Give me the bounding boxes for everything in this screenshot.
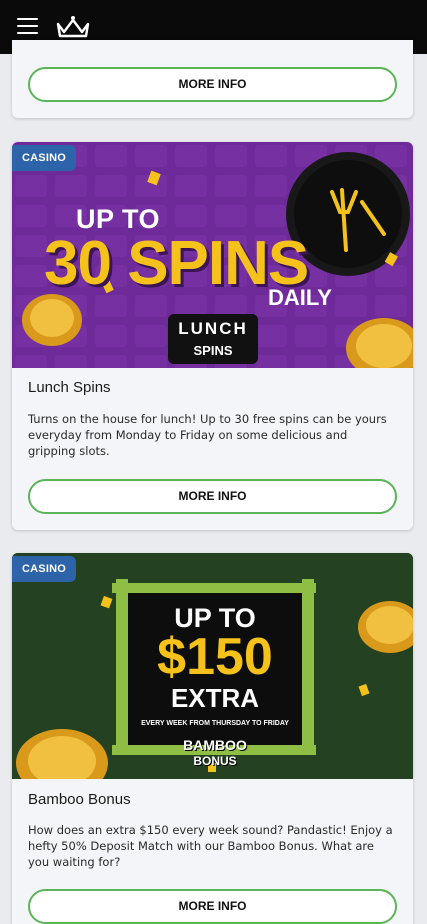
badge-top-text: BAMBOO — [183, 737, 247, 753]
lunch-spins-badge: LUNCH SPINS — [168, 314, 258, 364]
lunch-spins-banner[interactable]: CASINO UP TO 30 SPINS DAILY LUNCH SPINS — [12, 142, 413, 368]
bamboo-bonus-banner[interactable]: CASINO UP TO $150 EXTRA EVERY WEEK FROM … — [12, 553, 413, 779]
badge-bottom-text: SPINS — [193, 343, 233, 358]
hamburger-menu-icon[interactable] — [17, 17, 38, 35]
card-description: Turns on the house for lunch! Up to 30 f… — [28, 412, 387, 458]
more-info-button[interactable]: MORE INFO — [28, 67, 397, 102]
card-description: How does an extra $150 every week sound?… — [28, 823, 393, 869]
badge-bottom-text: BONUS — [193, 754, 237, 768]
banner-subline: EVERY WEEK FROM THURSDAY TO FRIDAY — [141, 720, 289, 727]
banner-line3: DAILY — [268, 285, 332, 310]
bamboo-bonus-badge: BAMBOO BONUS — [172, 737, 258, 773]
card-title: Bamboo Bonus — [28, 791, 131, 808]
promo-card-previous: MORE INFO — [12, 40, 413, 118]
promo-card-bamboo-bonus: CASINO UP TO $150 EXTRA EVERY WEEK FROM … — [12, 553, 413, 924]
more-info-button[interactable]: MORE INFO — [28, 479, 397, 514]
banner-line2: $150 — [157, 628, 273, 686]
banner-line3: EXTRA — [170, 683, 260, 713]
more-info-button[interactable]: MORE INFO — [28, 889, 397, 924]
badge-top-text: LUNCH — [178, 319, 248, 338]
promo-card-lunch-spins: CASINO UP TO 30 SPINS DAILY LUNCH SPINS … — [12, 142, 413, 530]
casino-tag: CASINO — [12, 145, 76, 171]
casino-tag: CASINO — [12, 556, 76, 582]
crown-logo-icon[interactable] — [54, 14, 92, 40]
card-title: Lunch Spins — [28, 379, 111, 396]
